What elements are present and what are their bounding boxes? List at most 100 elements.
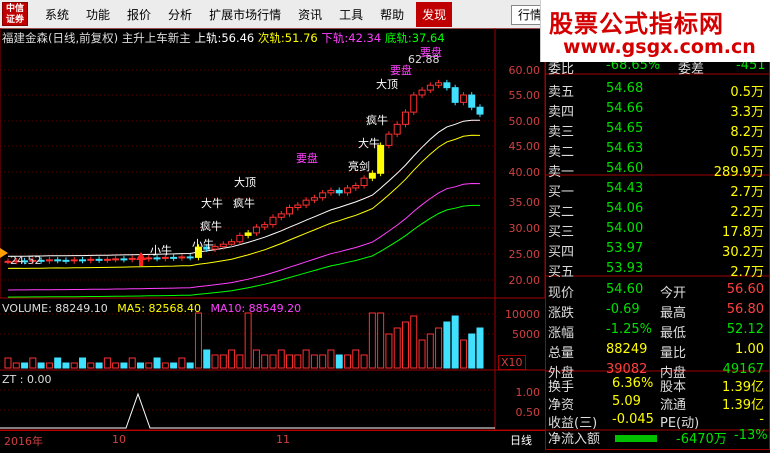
candle: [236, 234, 244, 243]
candle: [103, 258, 111, 261]
zt-tick: 1.00: [515, 386, 541, 399]
signal-label: 要盘: [390, 64, 412, 77]
level-volume: 30.2万: [722, 245, 764, 260]
menu-discover[interactable]: 发现: [416, 1, 453, 27]
volume-bar: [244, 312, 252, 369]
level-price: 54.63: [606, 141, 644, 156]
signal-label: 疯牛: [200, 220, 222, 233]
lower-track-value: 42.34: [348, 31, 382, 45]
menu-tools[interactable]: 工具: [339, 6, 363, 23]
menu-extended-market[interactable]: 扩展市场行情: [209, 6, 281, 23]
candle: [327, 189, 335, 194]
net-flow-label: 净流入额: [548, 432, 601, 447]
candle: [310, 197, 318, 201]
ma5-label: MA5: 82568.40: [117, 302, 201, 315]
candle: [62, 259, 70, 262]
menu-quote[interactable]: 报价: [127, 6, 151, 23]
volume-bar: [194, 312, 202, 369]
period-tab[interactable]: 日线: [510, 432, 532, 448]
candle: [426, 84, 434, 91]
menu-function[interactable]: 功能: [86, 6, 110, 23]
net-flow-pct: -13%: [734, 428, 768, 443]
stock-title: 福建金森(日线,前复权) 主升上车新主: [2, 31, 191, 45]
orderbook-row[interactable]: 卖四 54.66 3.3万: [548, 101, 768, 121]
fund-value: -: [759, 412, 764, 427]
orderbook-row[interactable]: 买五 53.93 2.7万: [548, 261, 768, 281]
signal-label: 大顶: [376, 78, 398, 91]
level-label: 卖四: [548, 105, 575, 120]
menu-analysis[interactable]: 分析: [168, 6, 192, 23]
level-label: 买一: [548, 185, 575, 200]
candle: [385, 133, 393, 146]
y-tick: 55.00: [508, 89, 541, 102]
orderbook-row[interactable]: 卖三 54.65 8.2万: [548, 121, 768, 141]
stat-label: 今开: [660, 286, 687, 301]
volume-bar: [418, 339, 426, 369]
menu-system[interactable]: 系统: [45, 6, 69, 23]
volume-bar: [277, 349, 285, 369]
level-price: 54.43: [606, 181, 644, 196]
volume-bar: [459, 339, 467, 369]
volume-bar: [103, 357, 111, 369]
candle: [277, 213, 285, 218]
volume-bar: [178, 357, 186, 369]
volume-label: VOLUME: 88249.10: [2, 302, 108, 315]
orderbook-row[interactable]: 买一 54.43 2.7万: [548, 181, 768, 201]
candle: [443, 82, 451, 89]
volume-bar: [385, 333, 393, 369]
menu-help[interactable]: 帮助: [380, 6, 404, 23]
stat-value: 56.60: [726, 282, 764, 297]
candle: [228, 241, 236, 245]
net-flow-row: 净流入额 -6470万 -13%: [548, 428, 768, 448]
stat-value: 39082: [606, 362, 648, 377]
app-logo: 中信证券: [2, 2, 28, 26]
fund-label: 净资: [548, 398, 575, 413]
candle: [451, 87, 459, 103]
volume-bar: [360, 354, 368, 369]
level-volume: 0.5万: [730, 85, 764, 100]
stat-value: 56.80: [726, 302, 764, 317]
candle: [352, 185, 360, 189]
y-tick: 25.00: [508, 248, 541, 261]
candle: [302, 199, 310, 206]
level-label: 卖三: [548, 125, 575, 140]
volume-bar: [128, 357, 136, 369]
candle: [294, 204, 302, 209]
orderbook-row[interactable]: 买四 53.97 30.2万: [548, 241, 768, 261]
stat-value: -1.25%: [606, 322, 652, 337]
volume-bar: [170, 362, 178, 369]
volume-bar: [37, 362, 45, 369]
volume-bar: [79, 357, 87, 369]
kline-chart-area[interactable]: [0, 27, 546, 450]
orderbook-row[interactable]: 买三 54.00 17.8万: [548, 221, 768, 241]
level-price: 53.93: [606, 261, 644, 276]
level-price: 54.68: [606, 81, 644, 96]
volume-bar: [426, 333, 434, 369]
watermark: 股票公式指标网 www.gsgx.com.cn: [540, 0, 770, 62]
signal-label: 大顶: [234, 176, 256, 189]
level-label: 买四: [548, 245, 575, 260]
volume-bar: [95, 362, 103, 369]
level-volume: 2.7万: [730, 265, 764, 280]
signal-label: 大牛: [358, 137, 380, 150]
net-flow-value: -6470万: [676, 432, 727, 447]
orderbook-row[interactable]: 卖五 54.68 0.5万: [548, 81, 768, 101]
menu-info[interactable]: 资讯: [298, 6, 322, 23]
orderbook-row[interactable]: 买二 54.06 2.2万: [548, 201, 768, 221]
level-volume: 8.2万: [730, 125, 764, 140]
signal-label: 小牛: [192, 238, 214, 251]
date-tick: 2016年: [4, 435, 43, 448]
stat-label: 最高: [660, 306, 687, 321]
stat-label: 涨跌: [548, 306, 575, 321]
volume-bar: [203, 349, 211, 369]
bottom-track-value: 37.64: [411, 31, 445, 45]
volume-bar: [186, 362, 194, 369]
orderbook-row[interactable]: 卖二 54.63 0.5万: [548, 141, 768, 161]
level-price: 54.65: [606, 121, 644, 136]
stat-value: 88249: [606, 342, 648, 357]
fundamental-row: 净资 5.09 流通 1.39亿: [548, 394, 768, 414]
cursor-marker-icon: [0, 248, 8, 258]
orderbook-row[interactable]: 卖一 54.60 289.9万: [548, 161, 768, 181]
candle: [45, 259, 53, 262]
kline-svg: [0, 27, 546, 431]
